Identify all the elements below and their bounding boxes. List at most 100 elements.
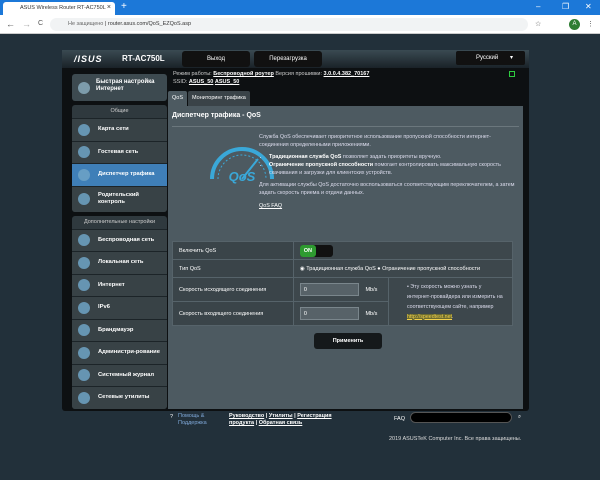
bullet-bold: Ограничение пропускной способности (269, 162, 374, 168)
back-button[interactable]: ← (6, 19, 15, 29)
firmware-label: Версия прошивки: (275, 71, 322, 77)
lan-icon (78, 256, 90, 269)
url-bar[interactable]: Не защищено | router.asus.com/QoS_EZQoS.… (50, 18, 528, 31)
speedometer-icon (78, 168, 90, 181)
bullet-bold: Традиционная служба QoS (269, 154, 342, 160)
address-bar-row: ← → C Не защищено | router.asus.com/QoS_… (0, 15, 600, 34)
help-support-link[interactable]: Помощь & Поддержка (178, 413, 218, 427)
sidebar-item-guest-network[interactable]: Гостевая сеть (72, 140, 167, 163)
qos-content: Диспетчер трафика - QoS QoS Служба QoS о… (168, 106, 523, 409)
tools-icon (78, 391, 90, 404)
close-tab-icon[interactable]: × (107, 4, 111, 11)
star-icon[interactable]: ☆ (535, 20, 541, 28)
sidebar-item-label: Быстрая настройка Интернет (96, 79, 155, 92)
sidebar-item-administration[interactable]: Администри-рование (72, 341, 167, 364)
search-icon[interactable]: ⌕ (518, 414, 521, 421)
manual-link[interactable]: Руководство (229, 413, 264, 419)
router-panel: /ISUS RT-AC750L Выход Перезагрузка Русск… (62, 50, 529, 426)
mode-link[interactable]: Беспроводной роутер (213, 71, 274, 77)
download-speed-label: Скорость входящего соединения (172, 301, 294, 326)
browser-tab[interactable]: ASUS Wireless Router RT-AC750L × (3, 2, 115, 15)
sidebar-item-label: Беспроводная сеть (98, 236, 155, 243)
ssid-link[interactable]: ASUS_50 (189, 79, 213, 85)
status-info: Режим работы: Беспроводной роутер Версия… (173, 70, 369, 86)
tab-title: ASUS Wireless Router RT-AC750L (20, 5, 106, 11)
reload-button[interactable]: C (38, 20, 43, 27)
model-name: RT-AC750L (122, 54, 165, 63)
tab-traffic-monitor[interactable]: Мониторинг трафика (188, 91, 250, 106)
gear-icon (78, 346, 90, 359)
radio-label: Ограничение пропускной способности (382, 265, 481, 272)
mode-label: Режим работы: (173, 71, 212, 77)
sidebar-item-network-tools[interactable]: Сетевые утилиты (72, 386, 167, 409)
network-status-icon[interactable] (509, 71, 515, 77)
sidebar-item-network-map[interactable]: Карта сети (72, 118, 167, 141)
sidebar-item-label: Диспетчер трафика (98, 171, 155, 178)
faq-label: FAQ (394, 416, 406, 422)
sidebar-item-label: Администри-рование (98, 349, 160, 356)
speed-note: Эту скорость можно узнать у интернет-про… (406, 283, 503, 310)
sidebar-item-ipv6[interactable]: IPv6 (72, 296, 167, 319)
firewall-icon (78, 324, 90, 337)
sidebar-item-wan[interactable]: Интернет (72, 273, 167, 296)
profile-avatar[interactable]: A (569, 19, 580, 30)
globe-icon (78, 123, 90, 136)
minimize-button[interactable]: – (536, 2, 540, 11)
sidebar-item-quick-setup[interactable]: Быстрая настройка Интернет (72, 74, 167, 101)
bullet-text: позволяет задать приоритеты вручную. (341, 154, 442, 160)
enable-qos-toggle[interactable]: ON (299, 244, 333, 257)
qos-type-label: Тип QoS (172, 259, 294, 278)
group-heading: Общие (110, 108, 129, 114)
lock-icon (78, 193, 90, 205)
guest-globe-icon (78, 146, 90, 159)
sidebar-item-lan[interactable]: Локальная сеть (72, 251, 167, 274)
content-tabs: QoS Мониторинг трафика (168, 91, 251, 106)
faq-search-input[interactable] (410, 412, 512, 423)
help-icon: ? (170, 414, 174, 420)
maximize-button[interactable]: ❐ (562, 2, 569, 11)
firmware-link[interactable]: 3.0.0.4.382_70167 (324, 71, 370, 77)
utilities-link[interactable]: Утилиты (269, 413, 293, 419)
sidebar-item-label: Интернет (98, 281, 125, 288)
sidebar-item-label: Локальная сеть (98, 259, 144, 266)
language-select[interactable]: Русский ▾ (456, 51, 525, 65)
activation-text: Для активации службы QoS достаточно восп… (259, 182, 515, 196)
sidebar: Быстрая настройка Интернет Общие Карта с… (72, 74, 167, 409)
new-tab-button[interactable]: + (121, 1, 127, 12)
asus-logo: /ISUS (74, 54, 103, 64)
upload-speed-input[interactable]: 0 (299, 283, 359, 296)
forward-button[interactable]: → (22, 19, 31, 29)
intro-text: Служба QoS обеспечивает приоритетное исп… (259, 134, 491, 148)
logout-button[interactable]: Выход (182, 51, 250, 67)
ssid-link[interactable]: ASUS_50 (215, 79, 239, 85)
tab-qos[interactable]: QoS (168, 91, 188, 106)
reboot-button[interactable]: Перезагрузка (254, 51, 322, 67)
close-window-button[interactable]: ✕ (585, 2, 592, 11)
sidebar-item-system-log[interactable]: Системный журнал (72, 363, 167, 386)
sidebar-item-firewall[interactable]: Брандмауэр (72, 318, 167, 341)
divider (172, 126, 519, 127)
radio-label: Традиционная служба QoS (306, 265, 376, 272)
unit-label: Mb/s (365, 310, 378, 317)
browser-tab-bar: ASUS Wireless Router RT-AC750L × + – ❐ ✕ (0, 0, 600, 15)
upload-speed-label: Скорость исходящего соединения (172, 277, 294, 302)
sidebar-item-parental-control[interactable]: Родительский контроль (72, 185, 167, 212)
sidebar-item-wireless[interactable]: Беспроводная сеть (72, 228, 167, 251)
radio-traditional[interactable]: ◉ (300, 266, 305, 272)
sidebar-item-label: Карта сети (98, 126, 129, 133)
radio-bandwidth-limiter[interactable]: ● (377, 266, 380, 272)
unit-label: Mb/s (365, 286, 378, 293)
enable-qos-label: Включить QoS (172, 241, 294, 260)
wand-icon (78, 81, 90, 94)
feedback-link[interactable]: Обратная связь (259, 420, 303, 426)
qos-faq-link[interactable]: QoS FAQ (259, 203, 282, 209)
browser-menu-icon[interactable]: ⋮ (587, 20, 594, 28)
apply-button[interactable]: Применить (314, 333, 382, 349)
security-label: Не защищено (68, 21, 104, 27)
download-speed-input[interactable]: 0 (299, 307, 359, 320)
sidebar-item-label: IPv6 (98, 304, 110, 311)
sidebar-item-label: Системный журнал (98, 371, 155, 378)
ipv6-icon (78, 301, 90, 314)
speedtest-link[interactable]: http://speedtest.net (406, 313, 453, 320)
sidebar-item-traffic-manager[interactable]: Диспетчер трафика (72, 163, 167, 186)
